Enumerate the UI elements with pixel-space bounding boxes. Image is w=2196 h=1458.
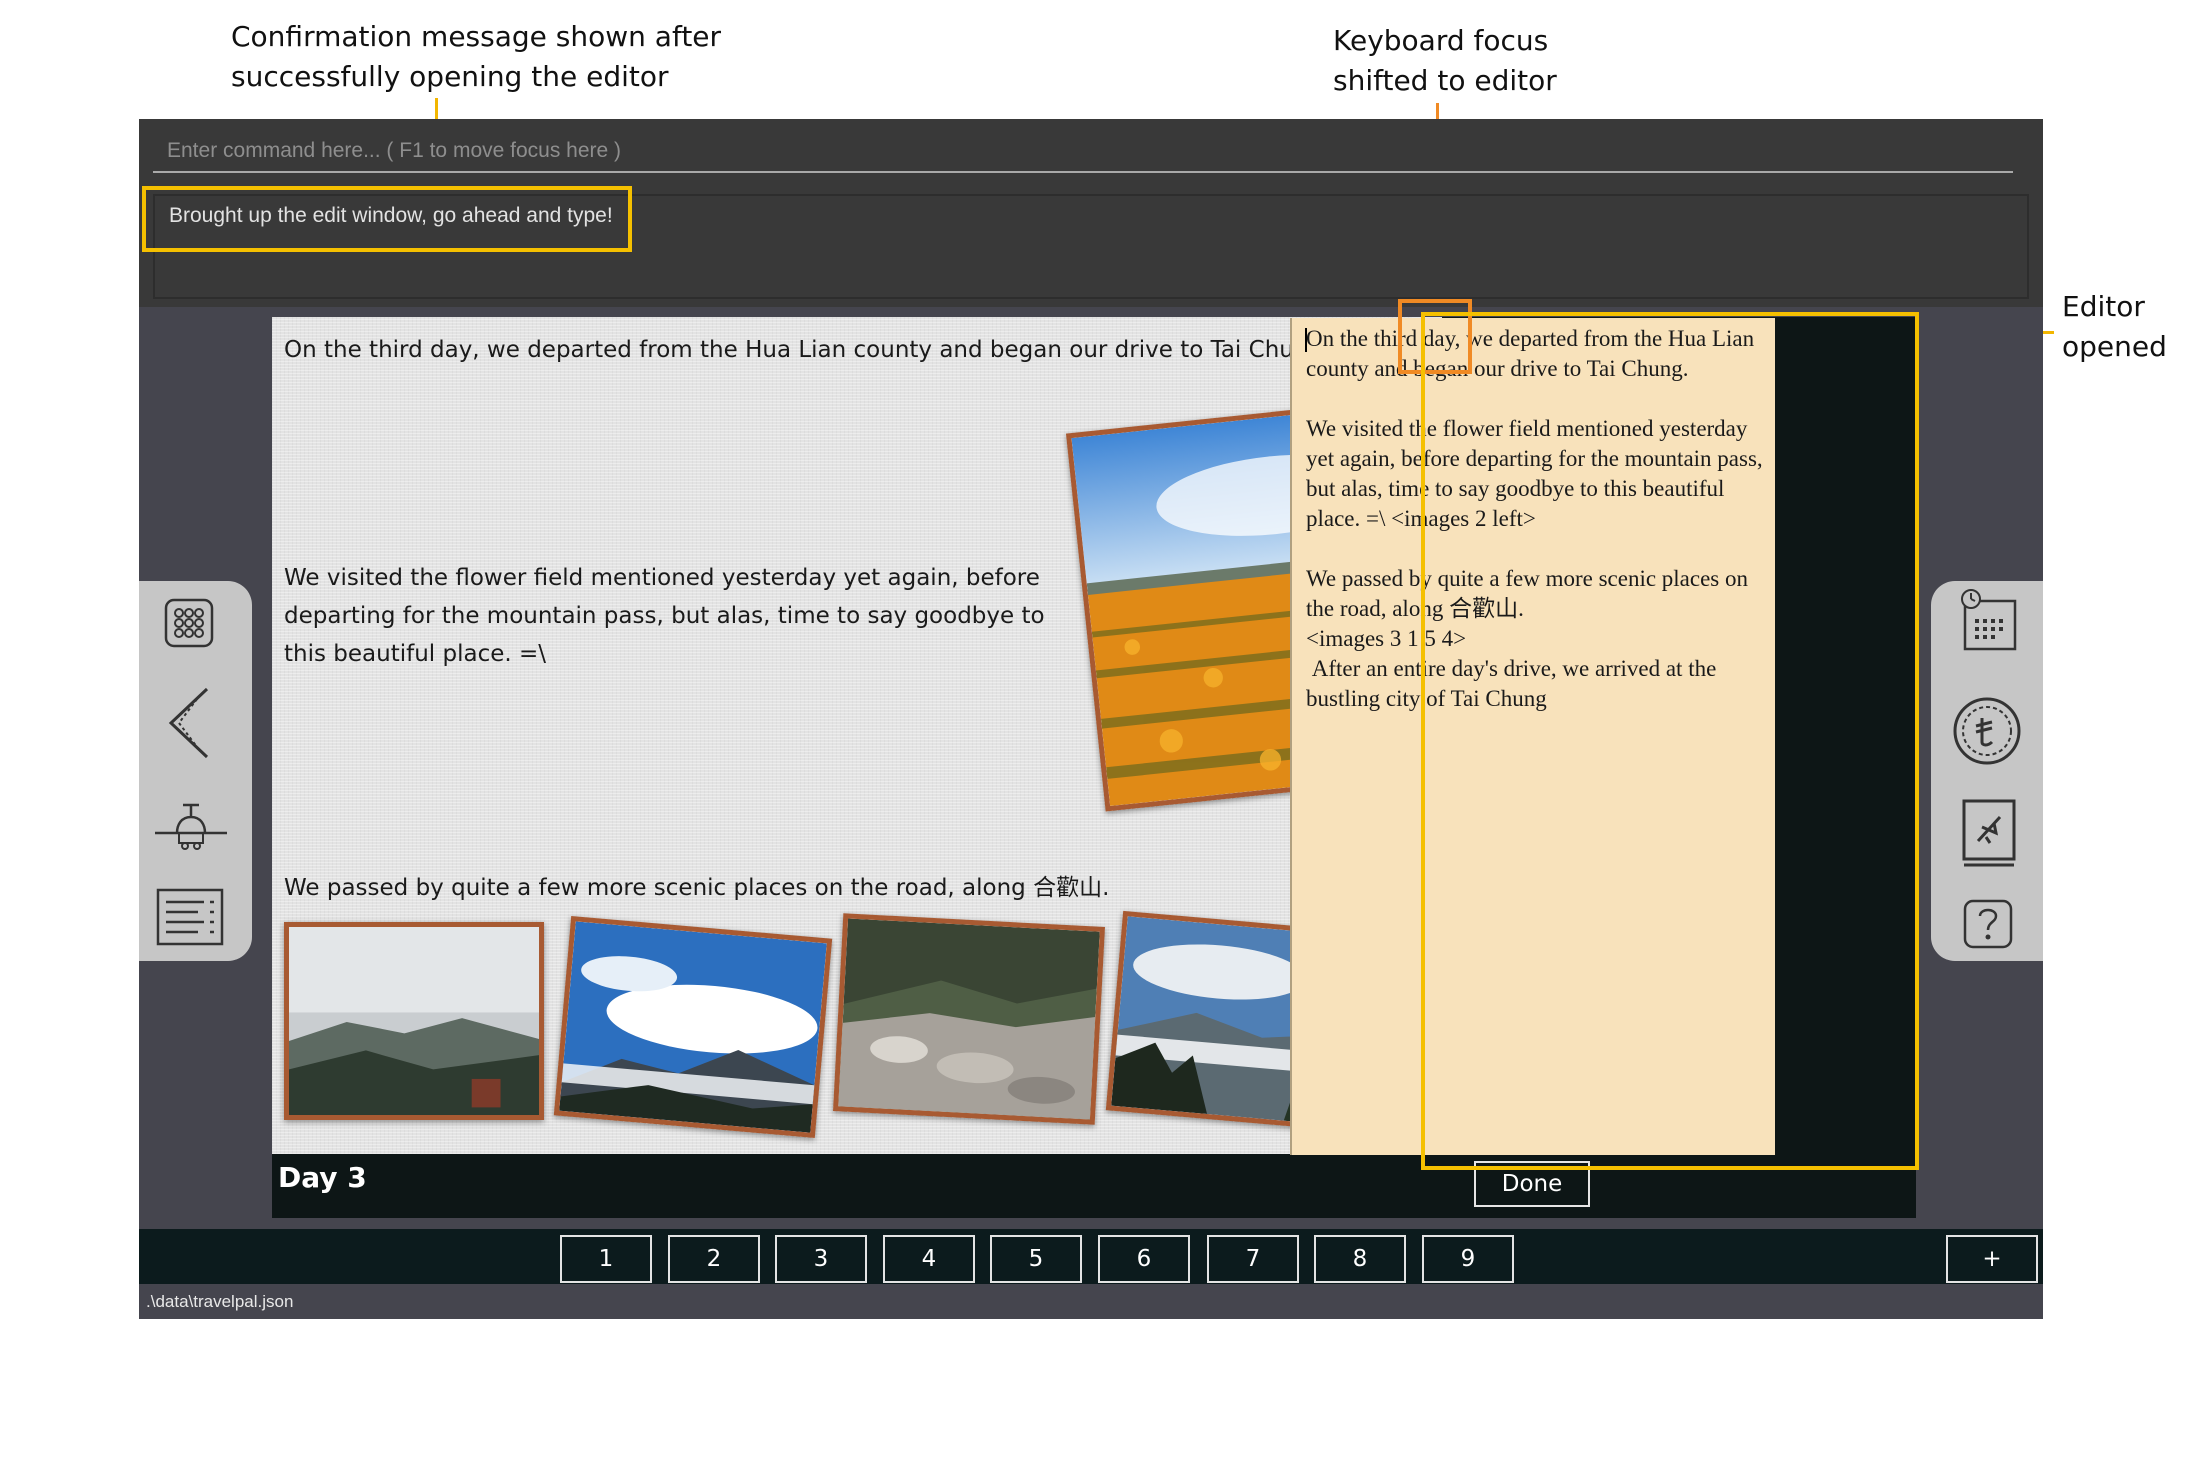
status-bar: .\data\travelpal.json [139, 1284, 2043, 1319]
page-button-7[interactable]: 7 [1207, 1235, 1299, 1283]
text-list-icon [156, 888, 224, 946]
annotation-focus-line2: shifted to editor [1333, 64, 1557, 97]
calendar-button[interactable] [1959, 587, 2019, 653]
rocky-river-photo [832, 913, 1106, 1125]
flights-button[interactable] [151, 803, 231, 853]
back-button[interactable] [161, 685, 217, 761]
itinerary-button[interactable] [155, 887, 225, 947]
page-button-5[interactable]: 5 [990, 1235, 1082, 1283]
grid-icon [164, 598, 214, 648]
annotation-confirmation-line2: successfully opening the editor [231, 60, 669, 93]
journal-paragraph-2-line2: departing for the mountain pass, but ala… [284, 603, 1045, 629]
annotation-confirmation-line1: Confirmation message shown after [231, 20, 722, 53]
annotation-focus: Keyboard focus shifted to editor [1333, 21, 1557, 101]
page-button-2[interactable]: 2 [668, 1235, 760, 1283]
page-button-9[interactable]: 9 [1422, 1235, 1514, 1283]
right-sidebar [1931, 581, 2043, 961]
page-button-6[interactable]: 6 [1098, 1235, 1190, 1283]
day-title: Day 3 [278, 1161, 367, 1194]
annotation-focus-line1: Keyboard focus [1333, 24, 1549, 57]
command-input[interactable] [153, 131, 2013, 173]
annotation-editor-line1: Editor [2062, 290, 2145, 323]
journal-paragraph-2-line1: We visited the flower field mentioned ye… [284, 565, 1040, 591]
command-bar [139, 119, 2043, 186]
travel-book-icon [1962, 799, 2016, 867]
annotation-editor: Editor opened [2062, 287, 2167, 367]
file-path: .\data\travelpal.json [146, 1292, 294, 1311]
left-sidebar [139, 581, 252, 961]
airplane-icon [155, 803, 227, 850]
cloud-sea-photo [553, 915, 833, 1139]
annotation-editor-line2: opened [2062, 330, 2167, 363]
page-button-8[interactable]: 8 [1314, 1235, 1406, 1283]
annotation-confirmation: Confirmation message shown after success… [231, 17, 721, 97]
journal-page: On the third day, we departed from the H… [272, 317, 1412, 1154]
coin-icon [1953, 697, 2021, 765]
annotation-confirmation-box [142, 186, 632, 252]
page-navigation-bar: 1 2 3 4 5 6 7 8 9 + [139, 1229, 2043, 1284]
misty-mountain-photo [284, 922, 544, 1120]
annotation-editor-box [1421, 312, 1919, 1170]
help-icon [1963, 899, 2013, 949]
page-button-1[interactable]: 1 [560, 1235, 652, 1283]
page-button-4[interactable]: 4 [883, 1235, 975, 1283]
expenses-button[interactable] [1951, 695, 2023, 767]
grid-view-button[interactable] [163, 597, 215, 649]
help-button[interactable] [1961, 897, 2015, 951]
calendar-icon [1961, 589, 2017, 651]
journal-paragraph-1: On the third day, we departed from the H… [284, 337, 1331, 363]
journal-paragraph-2: We visited the flower field mentioned ye… [284, 559, 1045, 673]
journal-paragraph-2-line3: this beautiful place. =\ [284, 641, 547, 667]
journal-paragraph-3: We passed by quite a few more scenic pla… [284, 875, 1110, 901]
travel-book-button[interactable] [1959, 797, 2019, 869]
back-chevron-icon [168, 687, 209, 759]
add-page-button[interactable]: + [1946, 1235, 2038, 1283]
page-button-3[interactable]: 3 [775, 1235, 867, 1283]
